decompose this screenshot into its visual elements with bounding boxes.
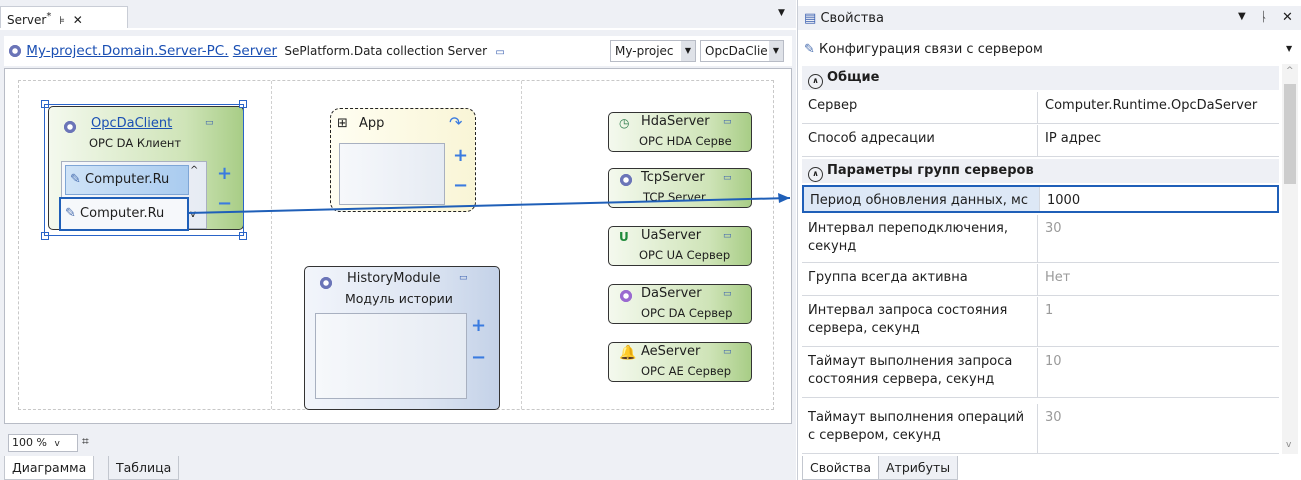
property-row[interactable]: Группа всегда активна Нет <box>802 264 1279 296</box>
tab-label: Таблица <box>116 460 172 475</box>
scroll-down-icon[interactable]: v <box>1286 440 1291 450</box>
property-value[interactable]: 30 <box>1039 404 1279 453</box>
property-value[interactable]: 1000 <box>1041 187 1281 211</box>
collapse-icon[interactable]: ∧ <box>808 167 823 182</box>
property-value[interactable]: 30 <box>1039 215 1279 262</box>
properties-icon: ▤ <box>804 11 817 26</box>
property-key: Интервал запроса состояния сервера, секу… <box>802 297 1038 346</box>
scroll-up-icon[interactable]: ^ <box>1286 66 1294 76</box>
tab-label: Диаграмма <box>12 460 87 475</box>
plug-icon: ✎ <box>804 42 815 57</box>
scrollbar-thumb[interactable] <box>1284 84 1296 184</box>
close-icon[interactable]: ✕ <box>1282 10 1293 25</box>
tab-attributes[interactable]: Атрибуты <box>878 456 959 480</box>
properties-title-bar: ▤ Свойства ▼ ᚿ ✕ <box>798 6 1301 30</box>
zoom-value: 100 % <box>12 436 47 449</box>
property-key: Интервал переподключения, секунд <box>802 215 1038 262</box>
property-value[interactable]: 1 <box>1039 297 1279 346</box>
tab-table[interactable]: Таблица <box>108 456 180 480</box>
fit-grid-icon[interactable]: ⌗ <box>82 434 89 449</box>
property-key: Период обновления данных, мс <box>804 187 1040 211</box>
property-row[interactable]: Интервал запроса состояния сервера, секу… <box>802 297 1279 347</box>
subject-label: Конфигурация связи с сервером <box>819 42 1043 57</box>
dropdown-icon[interactable]: ▼ <box>1238 11 1246 22</box>
zoom-select[interactable]: 100 % v <box>8 434 78 452</box>
tab-diagram[interactable]: Диаграмма <box>4 456 95 480</box>
property-row[interactable]: Интервал переподключения, секунд 30 <box>802 215 1279 263</box>
collapse-icon[interactable]: ∧ <box>808 74 823 89</box>
tab-label: Атрибуты <box>886 460 951 475</box>
property-value[interactable]: Нет <box>1039 264 1279 295</box>
property-value[interactable]: IP адрес <box>1039 125 1279 156</box>
property-value[interactable]: Computer.Runtime.OpcDaServer <box>1039 92 1279 123</box>
property-row-selected[interactable]: Период обновления данных, мс 1000 <box>802 185 1279 213</box>
properties-title: Свойства <box>820 11 884 26</box>
property-key: Таймаут выполнения операций с сервером, … <box>802 404 1038 453</box>
section-label: Общие <box>827 70 880 85</box>
property-key: Группа всегда активна <box>802 264 1038 295</box>
property-row[interactable]: Способ адресации IP адрес <box>802 125 1279 157</box>
properties-panel: ▤ Свойства ▼ ᚿ ✕ ✎ Конфигурация связи с … <box>797 0 1301 480</box>
properties-subject: ✎ Конфигурация связи с сервером ▼ <box>798 38 1301 62</box>
section-general[interactable]: ∧ Общие <box>802 66 1279 90</box>
dropdown-icon[interactable]: ▼ <box>1286 44 1292 53</box>
section-label: Параметры групп серверов <box>827 163 1034 178</box>
property-value[interactable]: 10 <box>1039 348 1279 397</box>
property-row[interactable]: Таймаут выполнения операций с сервером, … <box>802 404 1279 454</box>
section-server-groups[interactable]: ∧ Параметры групп серверов <box>802 159 1279 183</box>
tab-label: Свойства <box>810 460 872 475</box>
chevron-down-icon: v <box>54 439 60 449</box>
property-key: Таймаут выполнения запроса состояния сер… <box>802 348 1038 397</box>
pin-icon[interactable]: ᚿ <box>1260 10 1268 25</box>
tab-properties[interactable]: Свойства <box>802 456 880 480</box>
property-row[interactable]: Сервер Computer.Runtime.OpcDaServer <box>802 92 1279 124</box>
property-key: Сервер <box>802 92 1038 123</box>
connection-line <box>187 193 791 214</box>
property-row[interactable]: Таймаут выполнения запроса состояния сер… <box>802 348 1279 398</box>
property-key: Способ адресации <box>802 125 1038 156</box>
